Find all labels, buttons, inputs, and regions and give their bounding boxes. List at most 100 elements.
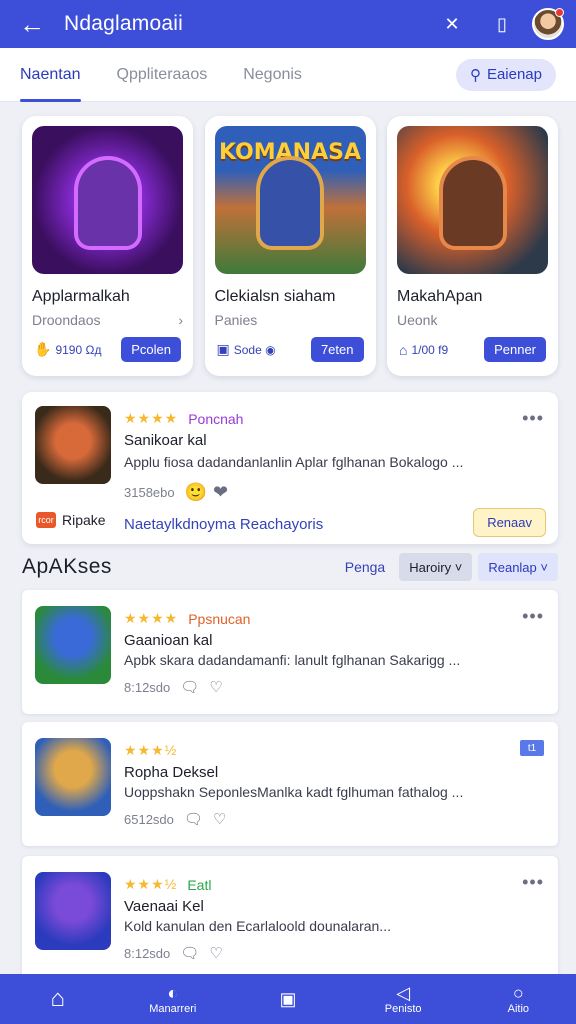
back-button[interactable]: ← [12,4,52,44]
review-tag: Poncnah [188,410,244,427]
character-figure [77,159,138,246]
heart-icon[interactable]: ♡ [213,810,226,828]
list-item[interactable]: ★★★½ Ropha Deksel Uoppshakn SeponlesManl… [22,722,558,846]
tab-bar: Naentan Qppliteraaos Negonis ⚲ Eaienap [0,48,576,102]
item-description: Uoppshakn SeponlesManlka kadt fglhuman f… [124,784,464,800]
featured-card[interactable]: KOMANASA Clekialsn siaham Panies ▣ Sode ◉… [204,116,376,376]
featured-card[interactable]: MakahApan Ueonk ⌂ 1/00 f9 Penner [387,116,558,376]
nav-manarreri[interactable]: ◐ Manarreri [128,983,218,1015]
featured-cards: Applarmalkah Droondaos › ✋ 9190 Ωд Pcolen… [22,116,558,376]
compass-icon: ◐ [167,983,179,1003]
filter-chip-haroiry[interactable]: Haroiry ˅ [399,553,473,581]
search-button[interactable]: ⚲ Eaienap [455,58,556,91]
section-header: ApAKses Pengа Haroiry ˅ Reanlap ˅ [22,552,558,582]
app-subtitle: Droondaos [32,312,101,328]
emoji-smile-icon[interactable]: 🙂 [185,482,207,503]
open-button[interactable]: Pcolen [121,337,181,362]
close-button[interactable]: ✕ [434,6,470,42]
item-count: 8:12sdo [124,679,171,695]
section-link[interactable]: Pengа [345,559,385,575]
item-count: 8:12sdo [124,945,171,961]
arrow-left-icon: ← [19,8,45,39]
brand-badge: rcor Ripake [36,512,106,528]
comment-icon[interactable]: 🗨 [180,944,199,962]
nav-aitio[interactable]: ○ Aitio [473,983,563,1015]
square-icon: ▣ [279,989,297,1009]
gift-icon: ▣ [216,341,230,357]
more-options-icon[interactable]: ••• [522,606,544,627]
item-tag: Eatl [187,876,212,893]
chevron-down-icon: ˅ [540,559,548,575]
character-figure [260,159,320,246]
tablet-button[interactable]: ▯ [484,6,520,42]
rating-line: ★★★½ [124,742,177,759]
nav-home[interactable]: ⌂ [13,985,103,1012]
chevron-right-icon[interactable]: › [178,312,183,328]
item-description: Apbk skara dadandamanfi: lanult fglhanan… [124,652,461,668]
brand-logo: rcor [36,512,56,528]
app-artwork [32,126,183,274]
heart-icon[interactable]: ♡ [209,678,222,696]
flag-badge[interactable]: t1 [520,740,544,756]
featured-review[interactable]: ★★★★ Poncnah Sanikoar kal Applu fiosa da… [22,392,558,544]
chip-label: Reanlap [488,559,537,575]
meta-text: 1/00 f9 [411,342,449,357]
more-options-icon[interactable]: ••• [522,872,544,893]
nav-label: Manarreri [149,1003,197,1015]
heart-icon[interactable]: ♡ [209,944,222,962]
app-subtitle: Panies [214,312,258,328]
list-item[interactable]: ★★★★ Ppsnucan Gaanioan kal Apbk skara da… [22,590,558,714]
search-label: Eaienap [486,66,542,83]
featured-card[interactable]: Applarmalkah Droondaos › ✋ 9190 Ωд Pcolen [22,116,193,376]
review-title: Sanikoar kal [124,432,207,449]
comment-icon[interactable]: 🗨 [184,810,203,828]
app-meta: ▣ Sode ◉ [217,341,276,358]
comment-icon[interactable]: 🗨 [180,678,199,696]
item-count: 6512sdo [124,811,174,827]
star-rating: ★★★½ [124,742,178,758]
open-button[interactable]: 7eten [310,337,364,362]
tab-naentan[interactable]: Naentan [20,48,81,102]
app-subtitle-row: Ueonk [397,312,548,328]
nav-label: Penisto [384,1003,422,1015]
nav-penisto[interactable]: ◁ Penisto [358,983,448,1015]
star-rating: ★★★★ [124,410,179,426]
meta-text: 9190 Ωд [55,342,102,357]
close-icon: ✕ [444,13,460,34]
app-meta: ✋ 9190 Ωд [34,341,101,358]
app-thumbnail [35,406,111,484]
avatar[interactable] [532,8,564,40]
card-footer: ⌂ 1/00 f9 Penner [399,337,546,362]
app-thumbnail [35,606,111,684]
review-button[interactable]: Renaav [473,508,546,537]
chip-label: Haroiry [409,559,452,575]
brand-name: Ripake [62,512,106,528]
tablet-icon: ▯ [497,13,507,34]
search-icon: ⚲ [469,66,481,84]
app-subtitle-row: Droondaos › [32,312,183,328]
item-footer: 8:12sdo 🗨 ♡ [124,678,223,696]
item-title: Gaanioan kal [124,632,213,649]
list-item[interactable]: ★★★½ Eatl Vaenaai Kel Kold kanulan den E… [22,856,558,980]
filter-chip-reanlap[interactable]: Reanlap ˅ [478,553,558,581]
brand-link[interactable]: Naetaylkdnoyma Reachayoris [124,516,323,533]
tab-qppliteraaos[interactable]: Qppliteraaos [117,48,208,102]
app-artwork [397,126,548,274]
character-figure [442,159,503,246]
item-footer: 8:12sdo 🗨 ♡ [124,944,223,962]
top-app-bar: ← Ndaglamoaii ✕ ▯ [0,0,576,48]
home-icon: ⌂ [50,985,65,1012]
open-button[interactable]: Penner [484,337,546,362]
page-title: Ndaglamoaii [64,12,183,35]
app-meta: ⌂ 1/00 f9 [399,342,448,358]
chevron-down-icon: ˅ [454,559,463,575]
app-name: Clekialsn siaham [214,288,336,305]
rating-line: ★★★★ Ppsnucan [124,610,250,627]
app-name: Applarmalkah [32,288,130,305]
more-options-icon[interactable]: ••• [522,408,544,429]
emoji-heart-icon[interactable]: ❤ [213,482,228,503]
tab-negonis[interactable]: Negonis [243,48,302,102]
review-count: 3158ebo [124,485,175,500]
app-subtitle: Ueonk [397,312,438,328]
nav-center[interactable]: ▣ [243,989,333,1009]
